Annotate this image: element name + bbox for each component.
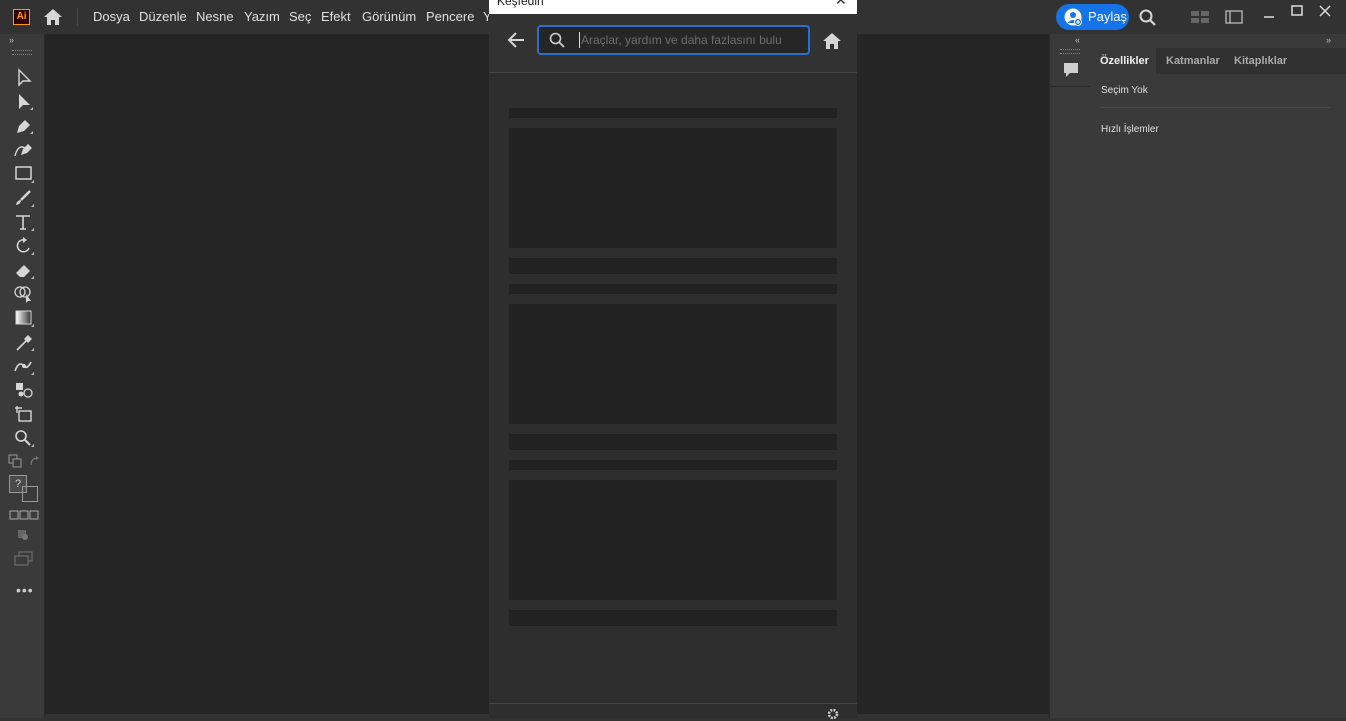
search-field-icon xyxy=(549,32,565,48)
home-icon xyxy=(44,9,62,25)
menu-efekt[interactable]: Efekt xyxy=(321,9,351,24)
direct-selection-icon[interactable] xyxy=(13,92,35,112)
loading-placeholder xyxy=(509,610,837,626)
collapse-arrows-icon[interactable]: » xyxy=(9,35,14,45)
loading-placeholder xyxy=(509,434,837,450)
pen-icon[interactable] xyxy=(13,116,35,136)
color-modes-icon[interactable] xyxy=(9,509,39,521)
minimize-icon[interactable] xyxy=(1262,10,1276,24)
loading-placeholder xyxy=(509,108,837,118)
home-button[interactable] xyxy=(42,7,64,27)
loading-placeholder xyxy=(509,480,837,600)
close-icon[interactable] xyxy=(1318,4,1332,18)
tab-ozellikler[interactable]: Özellikler xyxy=(1090,48,1156,74)
menu-pencere[interactable]: Pencere xyxy=(426,9,474,24)
loading-placeholder xyxy=(509,460,837,470)
dialog-titlebar: Keşfedin ✕ xyxy=(489,0,857,14)
settings-gear-icon[interactable] xyxy=(826,707,840,721)
tab-kitapliklar[interactable]: Kitaplıklar xyxy=(1224,48,1304,74)
share-label: Paylaş xyxy=(1088,9,1128,24)
search-icon[interactable] xyxy=(1138,8,1158,28)
draw-mode-icon[interactable] xyxy=(16,528,30,542)
dialog-title: Keşfedin xyxy=(497,0,544,8)
loading-placeholder xyxy=(509,128,837,248)
user-share-icon xyxy=(1064,8,1082,26)
default-fill-stroke-icon[interactable] xyxy=(8,454,22,468)
loading-placeholder xyxy=(509,284,837,294)
loading-placeholder xyxy=(509,304,837,424)
arrange-documents-icon[interactable] xyxy=(1190,10,1210,24)
menu-duzenle[interactable]: Düzenle xyxy=(139,9,187,24)
app-logo: Ai xyxy=(13,9,30,25)
zoom-icon[interactable] xyxy=(13,428,35,448)
rectangle-icon[interactable] xyxy=(13,164,35,184)
stroke-color-swatch[interactable] xyxy=(22,486,38,502)
paintbrush-icon[interactable] xyxy=(13,188,35,208)
selection-status: Seçim Yok xyxy=(1101,85,1148,96)
maximize-icon[interactable] xyxy=(1290,4,1304,18)
tab-katmanlar[interactable]: Katmanlar xyxy=(1156,48,1224,74)
strip-grip[interactable] xyxy=(1060,49,1080,54)
eyedropper-icon[interactable] xyxy=(13,332,35,352)
loading-placeholder xyxy=(509,258,837,274)
menu-nesne[interactable]: Nesne xyxy=(196,9,234,24)
selection-icon[interactable] xyxy=(13,68,35,88)
rotate-icon[interactable] xyxy=(13,236,35,256)
panel-grip[interactable] xyxy=(12,50,32,55)
screen-mode-icon[interactable] xyxy=(13,551,35,567)
dialog-home-icon[interactable] xyxy=(822,32,842,50)
eraser-icon[interactable] xyxy=(13,260,35,280)
comments-icon[interactable] xyxy=(1062,61,1080,79)
properties-panel: » Özellikler Katmanlar Kitaplıklar Seçim… xyxy=(1090,34,1346,718)
search-field[interactable] xyxy=(537,25,810,55)
workspace-switcher-icon[interactable] xyxy=(1225,10,1243,24)
menu-yazim[interactable]: Yazım xyxy=(244,9,280,24)
menu-sec[interactable]: Seç xyxy=(289,9,311,24)
quick-actions-heading: Hızlı İşlemler xyxy=(1101,124,1159,135)
dialog-footer xyxy=(489,703,857,721)
collapse-left-arrows-icon[interactable]: « xyxy=(1075,35,1080,45)
search-input[interactable] xyxy=(579,32,781,48)
share-button[interactable]: Paylaş xyxy=(1056,4,1129,30)
type-icon[interactable] xyxy=(13,212,35,232)
menu-gorunum[interactable]: Görünüm xyxy=(362,9,416,24)
tools-panel: » ? ••• xyxy=(0,34,45,718)
dialog-header xyxy=(489,14,857,73)
discover-dialog: Keşfedin ✕ xyxy=(489,0,857,721)
collapsed-panel-strip: « xyxy=(1049,34,1091,718)
strip-divider xyxy=(1050,86,1090,87)
curvature-icon[interactable] xyxy=(13,140,35,160)
gradient-icon[interactable] xyxy=(13,308,35,328)
back-arrow-icon[interactable] xyxy=(506,31,526,49)
puppet-warp-icon[interactable] xyxy=(13,356,35,376)
section-divider xyxy=(1100,107,1330,108)
menu-dosya[interactable]: Dosya xyxy=(93,9,130,24)
more-tools-icon[interactable]: ••• xyxy=(16,582,34,598)
swap-fill-stroke-icon[interactable] xyxy=(28,455,42,469)
symbol-sprayer-icon[interactable] xyxy=(13,380,35,400)
collapse-right-arrows-icon[interactable]: » xyxy=(1326,35,1331,45)
dialog-close-icon[interactable]: ✕ xyxy=(835,0,847,9)
shape-builder-icon[interactable] xyxy=(13,284,35,304)
menu-divider xyxy=(77,8,78,26)
artboard-icon[interactable] xyxy=(13,404,35,424)
